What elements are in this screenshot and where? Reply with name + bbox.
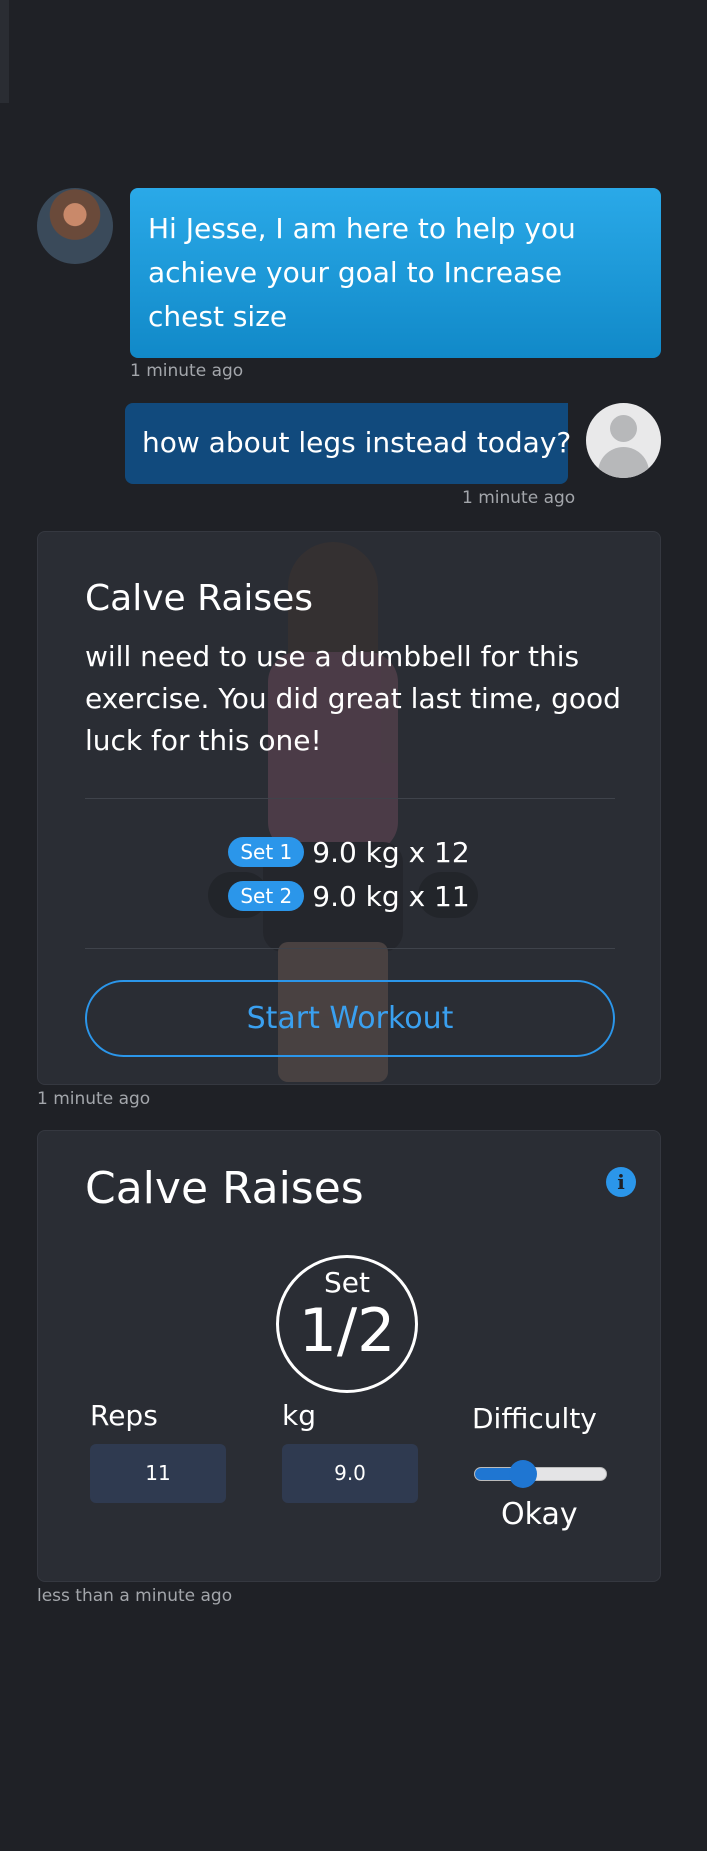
difficulty-slider[interactable] [474,1460,607,1488]
workout-card-time: 1 minute ago [37,1089,151,1109]
set-2-value: 9.0 kg x 11 [312,879,470,913]
kg-label: kg [282,1399,316,1432]
difficulty-slider-thumb[interactable] [508,1460,537,1488]
set-row-2: Set 2 9.0 kg x 11 [38,874,660,918]
info-icon[interactable]: i [606,1167,636,1197]
set-count: 1/2 [298,1296,396,1366]
user-avatar [586,403,661,478]
reps-input[interactable]: 11 [90,1444,226,1503]
coach-avatar [37,188,113,264]
edge-panel [0,0,9,103]
start-workout-button[interactable]: Start Workout [85,980,615,1057]
set-1-badge: Set 1 [228,837,305,867]
difficulty-label: Difficulty [472,1402,597,1435]
set-label: Set [324,1266,370,1299]
user-avatar-head [610,415,637,442]
user-message: how about legs instead today? [125,403,571,484]
reps-label: Reps [90,1399,158,1432]
exercise-description: will need to use a dumbbell for this exe… [85,640,621,757]
user-avatar-body [598,447,649,478]
tracker-exercise-title: Calve Raises [85,1163,364,1214]
set-tracker-card: Calve Raises i Set 1/2 Reps 11 kg 9.0 Di… [37,1130,661,1582]
divider-top [85,798,615,799]
set-progress-circle: Set 1/2 [276,1255,418,1393]
previous-sets: Set 1 9.0 kg x 12 Set 2 9.0 kg x 11 [38,830,660,918]
set-2-badge: Set 2 [228,881,305,911]
divider-bottom [85,948,615,949]
bot-message: Hi Jesse, I am here to help you achieve … [130,188,661,358]
tracker-card-time: less than a minute ago [37,1586,233,1606]
kg-input[interactable]: 9.0 [282,1444,418,1503]
exercise-title: Calve Raises [85,578,314,619]
set-1-value: 9.0 kg x 12 [312,835,470,869]
workout-card: Calve Raises will need to use a dumbbell… [37,531,661,1085]
bot-message-time: 1 minute ago [130,361,244,381]
difficulty-value: Okay [501,1497,578,1532]
user-message-time: 1 minute ago [462,488,576,508]
set-row-1: Set 1 9.0 kg x 12 [38,830,660,874]
